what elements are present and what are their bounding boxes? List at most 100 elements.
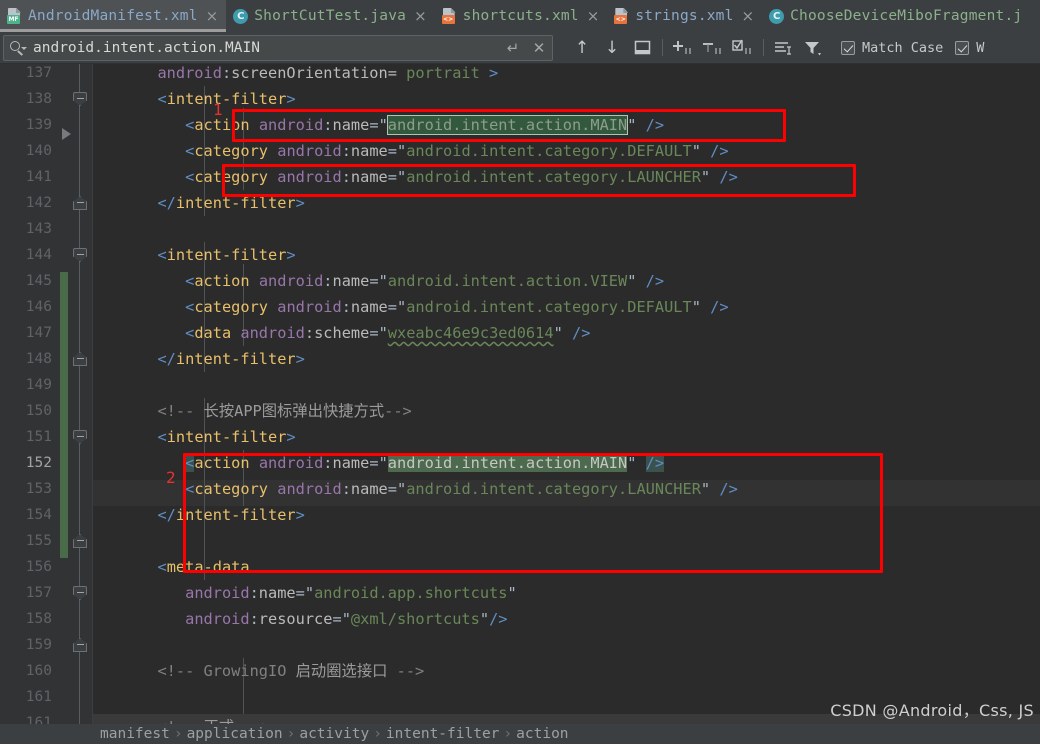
tab-label: shortcuts.xml	[462, 8, 579, 24]
code-line-155[interactable]	[93, 528, 1040, 554]
search-input[interactable]	[29, 39, 500, 56]
code-line-158[interactable]: android:resource="@xml/shortcuts"/>	[93, 606, 1040, 632]
in-selection-icon	[775, 41, 791, 55]
code-line-140[interactable]: <category android:name="android.intent.c…	[93, 138, 1040, 164]
line-number: 160	[25, 663, 52, 679]
add-occurrence-button[interactable]	[668, 35, 698, 61]
xml-manifest-icon: MF	[7, 8, 22, 24]
code-line-144[interactable]: <intent-filter>	[93, 242, 1040, 268]
code-line-154[interactable]: </intent-filter>	[93, 502, 1040, 528]
close-icon[interactable]: ×	[206, 7, 219, 25]
line-number: 146	[25, 299, 52, 315]
breadcrumb-separator: ›	[373, 726, 382, 742]
line-number: 148	[25, 351, 52, 367]
code-line-139[interactable]: <action android:name="android.intent.act…	[93, 112, 1040, 138]
breadcrumb-separator: ›	[503, 726, 513, 742]
code-line-149[interactable]	[93, 372, 1040, 398]
line-number: 157	[25, 585, 52, 601]
code-line-160[interactable]: <!-- GrowingIO 启动圈选接口 -->	[93, 658, 1040, 684]
in-selection-button[interactable]	[769, 35, 799, 61]
code-line-147[interactable]: <data android:scheme="wxeabc46e9c3ed0614…	[93, 320, 1040, 346]
tab-label: ShortCutTest.java	[254, 8, 407, 24]
code-line-146[interactable]: <category android:name="android.intent.c…	[93, 294, 1040, 320]
code-line-148[interactable]: </intent-filter>	[93, 346, 1040, 372]
close-icon[interactable]: ✕	[526, 39, 552, 57]
line-number: 158	[25, 611, 52, 627]
search-match-current: android.intent.action.MAIN	[387, 454, 628, 472]
line-number: 145	[25, 273, 52, 289]
tab-shortcuttest-java[interactable]: C ShortCutTest.java ×	[226, 0, 434, 32]
breadcrumb-item-manifest[interactable]: manifest	[100, 726, 170, 742]
code-line-157[interactable]: android:name="android.app.shortcuts"	[93, 580, 1040, 606]
open-in-panel-icon	[634, 40, 650, 55]
line-number: 155	[25, 533, 52, 549]
tab-label: ChooseDeviceMiboFragment.j	[790, 8, 1023, 24]
line-number: 161	[25, 715, 52, 724]
code-line-137[interactable]: android:screenOrientation= portrait >	[93, 64, 1040, 86]
code-line-152[interactable]: <action android:name="android.intent.act…	[93, 450, 1040, 476]
search-icon[interactable]	[9, 39, 29, 57]
remove-occurrence-button[interactable]	[698, 35, 728, 61]
code-line-151[interactable]: <intent-filter>	[93, 424, 1040, 450]
java-class-icon: C	[769, 8, 785, 24]
find-previous-button[interactable]: ↑	[567, 35, 597, 61]
code-line-156[interactable]: <meta-data	[93, 554, 1040, 580]
vcs-modified-marker[interactable]	[60, 272, 68, 558]
run-gutter-icon[interactable]	[62, 128, 71, 140]
find-next-button[interactable]: ↓	[597, 35, 627, 61]
filter-icon	[805, 41, 821, 55]
code-line-142[interactable]: </intent-filter>	[93, 190, 1040, 216]
add-selection-icon	[673, 41, 691, 54]
editor-tab-bar: MF AndroidManifest.xml × C ShortCutTest.…	[0, 0, 1040, 32]
find-field[interactable]: ↵ ✕	[3, 34, 553, 61]
words-label: W	[976, 39, 985, 56]
filter-button[interactable]	[799, 35, 829, 61]
close-icon[interactable]: ×	[742, 7, 755, 25]
match-case-checkbox[interactable]	[841, 40, 855, 55]
tab-shortcuts-xml[interactable]: <> shortcuts.xml ×	[435, 0, 608, 32]
line-number: 156	[25, 559, 52, 575]
find-toolbar: ↵ ✕ ↑ ↓	[0, 32, 1040, 64]
code-line-141[interactable]: <category android:name="android.intent.c…	[93, 164, 1040, 190]
close-icon[interactable]: ×	[587, 7, 600, 25]
code-editor[interactable]: 137 138 139 140 141 142 143 144 145 146 …	[0, 64, 1040, 724]
code-line-143[interactable]	[93, 216, 1040, 242]
line-number: 149	[25, 377, 52, 393]
fold-guide-line	[79, 64, 80, 724]
match-case-option[interactable]: Match Case	[841, 40, 943, 56]
breadcrumb-item-application[interactable]: application	[187, 726, 283, 742]
close-icon[interactable]: ×	[414, 7, 427, 25]
breadcrumb-item-activity[interactable]: activity	[299, 726, 369, 742]
code-line-161[interactable]: <!-- 正式 -->	[93, 714, 1040, 724]
code-line-145[interactable]: <action android:name="android.intent.act…	[93, 268, 1040, 294]
line-number: 142	[25, 195, 52, 211]
line-number: 138	[25, 91, 52, 107]
xml-resource-icon: <>	[614, 8, 629, 24]
tab-strings-xml[interactable]: <> strings.xml ×	[607, 0, 762, 32]
words-option[interactable]: W	[955, 40, 984, 56]
annotation-number-2: 2	[166, 468, 176, 487]
code-line-138[interactable]: <intent-filter>	[93, 86, 1040, 112]
code-fold-strip	[68, 64, 92, 724]
code-line-159[interactable]	[93, 632, 1040, 658]
toolbar-divider	[662, 39, 663, 56]
insert-newline-icon[interactable]: ↵	[500, 39, 526, 57]
select-occurrences-button[interactable]	[728, 35, 758, 61]
remove-selection-icon	[703, 43, 721, 54]
line-number: 140	[25, 143, 52, 159]
checkbox-selection-icon	[732, 39, 751, 54]
tab-androidmanifest-xml[interactable]: MF AndroidManifest.xml ×	[0, 0, 227, 32]
breadcrumb[interactable]: manifest › application › activity › inte…	[0, 724, 1040, 744]
line-number-current: 152	[25, 455, 52, 471]
select-all-occurrences-button[interactable]	[627, 35, 657, 61]
breadcrumb-separator: ›	[173, 726, 183, 742]
line-number: 141	[25, 169, 52, 185]
words-checkbox[interactable]	[955, 40, 970, 55]
breadcrumb-item-intent-filter[interactable]: intent-filter	[386, 726, 500, 742]
code-line-150[interactable]: <!-- 长按APP图标弹出快捷方式-->	[93, 398, 1040, 424]
tab-choosedevicemibofragment-java[interactable]: C ChooseDeviceMiboFragment.j	[762, 0, 1030, 32]
code-line-153[interactable]: <category android:name="android.intent.c…	[93, 476, 1040, 502]
breadcrumb-item-action[interactable]: action	[516, 726, 568, 742]
tab-label: AndroidManifest.xml	[28, 8, 198, 24]
java-class-icon: C	[233, 8, 249, 24]
